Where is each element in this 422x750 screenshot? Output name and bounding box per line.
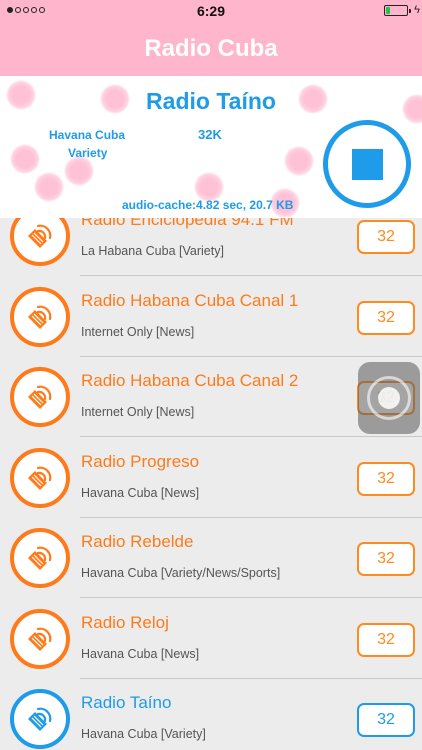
station-speaker-icon xyxy=(10,689,70,749)
station-description: Havana Cuba [News] xyxy=(81,646,200,661)
charging-icon: ϟ xyxy=(414,4,420,16)
station-description: Internet Only [News] xyxy=(81,405,195,419)
now-playing-panel: Radio Taíno Havana Cuba Variety 32K audi… xyxy=(0,76,422,218)
station-name: Radio Reloj xyxy=(81,612,169,632)
station-speaker-icon xyxy=(10,528,70,588)
stop-button[interactable] xyxy=(323,120,411,208)
audio-cache-status: audio-cache:4.82 sec, 20.7 KB xyxy=(122,198,294,212)
station-bitrate-badge[interactable]: 32 xyxy=(357,300,415,335)
station-bitrate-badge[interactable]: 32 xyxy=(357,622,415,657)
station-description: La Habana Cuba [Variety] xyxy=(81,244,224,258)
station-row[interactable]: Radio Progreso Havana Cuba [News] 32 xyxy=(0,438,422,518)
station-location: Havana Cuba xyxy=(49,128,126,142)
station-row[interactable]: Radio Rebelde Havana Cuba [Variety/News/… xyxy=(0,518,422,598)
station-bitrate-badge[interactable]: 32 xyxy=(357,220,415,254)
battery-icon xyxy=(384,5,411,16)
station-name: Radio Rebelde xyxy=(81,532,194,551)
flower-decoration xyxy=(34,172,64,202)
flower-decoration xyxy=(64,156,94,186)
station-row[interactable]: Radio Reloj Havana Cuba [News] 32 xyxy=(0,599,422,679)
flower-decoration xyxy=(10,144,40,174)
assistive-touch-button[interactable] xyxy=(358,362,420,434)
status-time: 6:29 xyxy=(196,3,226,19)
assistive-touch-icon xyxy=(367,376,411,420)
station-row[interactable]: Radio Habana Cuba Canal 1 Internet Only … xyxy=(0,277,422,357)
station-name: Radio Habana Cuba Canal 1 xyxy=(81,290,299,310)
station-speaker-icon xyxy=(10,447,70,508)
station-bitrate-badge[interactable]: 32 xyxy=(357,542,415,576)
station-row[interactable]: Radio Taíno Havana Cuba [Variety] 32 xyxy=(0,679,422,750)
station-speaker-icon xyxy=(10,367,70,427)
station-bitrate-badge[interactable]: 32 xyxy=(357,461,415,496)
station-description: Havana Cuba [News] xyxy=(81,485,200,500)
station-description: Internet Only [News] xyxy=(81,324,195,339)
station-description: Havana Cuba [Variety/News/Sports] xyxy=(81,566,281,580)
stop-icon xyxy=(352,149,383,180)
station-name: Radio Habana Cuba Canal 2 xyxy=(81,371,299,390)
now-playing-title: Radio Taíno xyxy=(146,88,276,114)
status-bar: 6:29 ϟ xyxy=(0,0,422,22)
station-bitrate-badge[interactable]: 32 xyxy=(357,703,415,737)
station-description: Havana Cuba [Variety] xyxy=(81,727,206,741)
station-speaker-icon xyxy=(10,608,70,669)
station-name: Radio Progreso xyxy=(81,451,200,471)
station-genre: Variety xyxy=(68,146,108,160)
flower-decoration xyxy=(284,146,314,176)
station-name: Radio Taíno xyxy=(81,693,172,712)
station-speaker-icon xyxy=(10,286,70,347)
page-title: Radio Cuba xyxy=(144,35,278,62)
nav-bar: Radio Cuba xyxy=(0,22,422,76)
station-bitrate: 32K xyxy=(198,127,222,142)
